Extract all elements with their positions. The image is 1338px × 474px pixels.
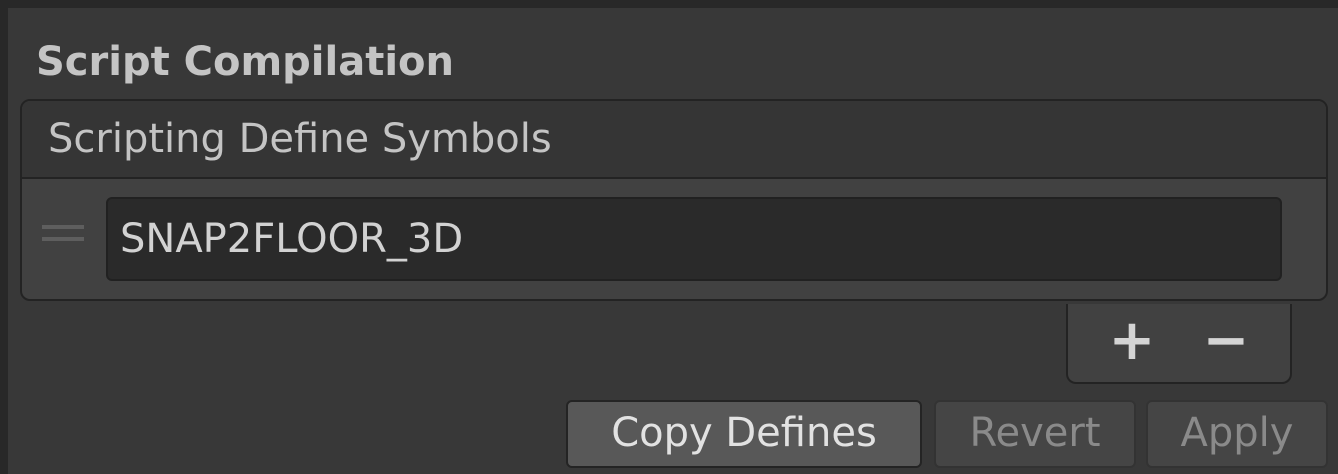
list-header-label: Scripting Define Symbols [48, 116, 552, 162]
drag-handle-icon[interactable] [42, 225, 84, 241]
section-title: Script Compilation [36, 39, 454, 85]
project-settings-panel: Script Compilation Scripting Define Symb… [8, 8, 1338, 474]
list-footer: + − [1066, 304, 1292, 384]
apply-button[interactable]: Apply [1146, 400, 1328, 468]
scripting-define-symbols-list: Scripting Define Symbols [20, 99, 1328, 301]
list-header: Scripting Define Symbols [22, 101, 1326, 179]
remove-item-button[interactable]: − [1190, 310, 1262, 376]
define-symbol-input[interactable] [106, 197, 1282, 281]
add-item-button[interactable]: + [1096, 310, 1168, 376]
list-item [22, 179, 1326, 299]
revert-button[interactable]: Revert [934, 400, 1136, 468]
copy-defines-button[interactable]: Copy Defines [566, 400, 922, 468]
